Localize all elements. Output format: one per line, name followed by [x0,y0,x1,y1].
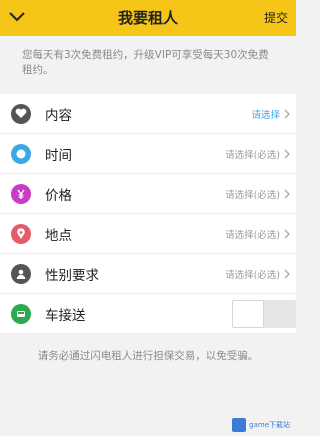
pickup-row: 车接送 [0,294,296,334]
chevron-right-icon [284,269,290,279]
price-row[interactable]: 价格 请选择(必选) [0,174,296,214]
toggle-knob [232,300,264,328]
watermark-text: game下载站 [249,421,290,429]
content-label: 内容 [45,107,72,124]
chevron-right-icon [284,109,290,119]
yen-icon [11,183,31,204]
time-row[interactable]: 时间 请选择(必选) [0,134,296,174]
gender-requirement-value: 请选择(必选) [225,269,280,281]
options-list: 内容 请选择 时间 请选择(必选) 价格 请选择(必选) 地点 请选择(必选) … [0,94,296,334]
location-value: 请选择(必选) [225,229,280,241]
page-title: 我要租人 [117,9,178,27]
price-label: 价格 [45,187,72,204]
pickup-label: 车接送 [45,307,86,324]
heart-icon [11,103,31,124]
safety-notice: 请务必通过闪电租人进行担保交易，以免受骗。 [37,350,259,362]
chevron-right-icon [284,149,290,159]
car-icon [11,303,31,324]
time-value: 请选择(必选) [225,149,280,161]
clock-icon [11,143,31,164]
pickup-toggle[interactable] [232,300,296,328]
watermark-logo-icon [232,418,247,432]
free-quota-notice: 您每天有3次免费租约，升级VIP可享受每天30次免费租约。 [22,49,269,76]
chevron-right-icon [284,189,290,199]
location-label: 地点 [45,227,72,244]
submit-button[interactable]: 提交 [264,0,288,36]
location-row[interactable]: 地点 请选择(必选) [0,214,296,254]
price-value: 请选择(必选) [225,189,280,201]
gender-requirement-label: 性别要求 [45,267,99,284]
time-label: 时间 [45,147,72,164]
top-bar: 我要租人 提交 [0,0,296,36]
chevron-right-icon [284,229,290,239]
gender-requirement-row[interactable]: 性别要求 请选择(必选) [0,254,296,294]
content-row[interactable]: 内容 请选择 [0,94,296,134]
content-value: 请选择 [251,109,280,121]
person-icon [11,263,31,284]
watermark: game下载站 [232,418,290,432]
location-pin-icon [11,223,31,244]
